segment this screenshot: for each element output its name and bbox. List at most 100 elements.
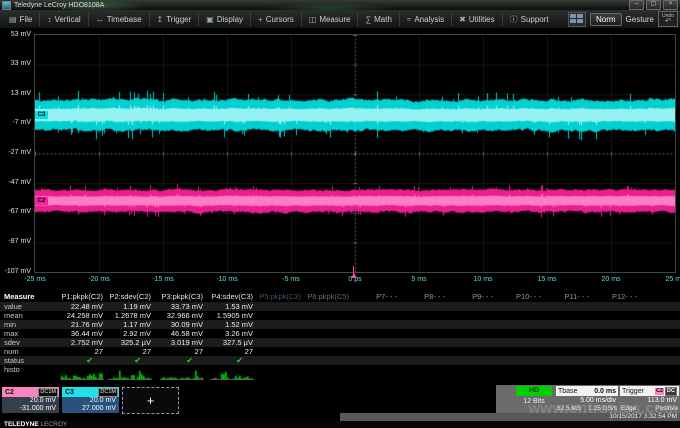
histicon-canvas-P1 [60,367,104,380]
measure-cell-sdev-P9 [449,338,497,347]
close-icon[interactable]: × [663,0,678,10]
menu-bar: ▤File↕Vertical↔Timebase↥Trigger▣Display+… [0,10,680,29]
measure-cell-min-P5 [257,320,305,329]
measure-cell-num-P1: 27 [55,347,107,356]
measure-cell-num-P3: 27 [155,347,207,356]
descriptor-C3[interactable]: C3DC1M20.0 mV27.000 mV [62,387,119,414]
measure-cell-max-P8 [401,329,449,338]
waveform-grid[interactable] [34,34,676,273]
measure-cell-value-P1: 22.48 mV [55,302,107,311]
undo-button[interactable]: Undo ↶ [658,11,678,27]
measure-column-header-12[interactable]: P12- - - [593,291,641,302]
measure-column-header-5[interactable]: P5:pkpk(C3) [257,291,305,302]
oscilloscope-app: { "title_bar": {"title": "Teledyne LeCro… [0,0,680,425]
measure-column-header-10[interactable]: P10- - - [497,291,545,302]
measure-cell-max-P11 [545,329,593,338]
measure-status-P1: ✔ [55,356,107,365]
menu-right-cluster: Norm Gesture Undo ↶ [568,11,680,27]
channel-marker-C3[interactable]: C3 [35,111,48,119]
timebase-offset: 0.0 ms [594,388,616,395]
measure-cell-max-P6 [305,329,353,338]
x-axis-label-7: 10 ms [473,276,492,283]
measure-column-header-3[interactable]: P3:pkpk(C3) [155,291,207,302]
measure-cell-sdev-P12 [593,338,641,347]
measure-column-header-2[interactable]: P2:sdev(C2) [107,291,155,302]
measure-status-P11 [545,356,593,365]
menu-item-label: Support [521,15,549,24]
measure-cell-max-P2: 2.92 mV [107,329,155,338]
measure-cell-mean-P5 [257,311,305,320]
measure-column-header-1[interactable]: P1:pkpk(C2) [55,291,107,302]
x-axis-label-1: -20 ms [88,276,109,283]
file-icon: ▤ [9,15,17,24]
measure-cell-min-P11 [545,320,593,329]
measure-column-header-6[interactable]: P6:pkpk(C5) [305,291,353,302]
menu-item-file[interactable]: ▤File [2,12,39,26]
hd-mode-button[interactable]: HD [516,386,552,396]
descriptor-C2[interactable]: C2DC1M20.0 mV-31.000 mV [2,387,59,414]
measure-column-header-7[interactable]: P7- - - [353,291,401,302]
coupling-badge: DC1M [38,388,58,397]
measure-cell-value-P11 [545,302,593,311]
y-axis-label-6: -67 mV [0,208,31,215]
measure-histicon-P7 [353,365,401,381]
menu-item-trigger[interactable]: ↥Trigger [149,12,199,26]
measure-cell-sdev-P8 [401,338,449,347]
measure-cell-num-P4: 27 [207,347,257,356]
menu-item-analysis[interactable]: ≈Analysis [399,12,451,26]
gesture-button[interactable]: Gesture [626,15,654,24]
measure-status-P12 [593,356,641,365]
trigger-button[interactable]: Trigger C2 DC [620,386,679,396]
descriptor-header-C2: C2DC1M [2,387,59,397]
channel-marker-C2[interactable]: C2 [35,197,48,205]
utilities-icon: ✖ [459,15,466,24]
y-axis-label-4: -27 mV [0,149,31,156]
measure-column-header-11[interactable]: P11- - - [545,291,593,302]
menu-item-timebase[interactable]: ↔Timebase [88,12,149,26]
x-axis-label-6: 5 ms [411,276,426,283]
menu-item-cursors[interactable]: +Cursors [250,12,301,26]
menu-item-support[interactable]: ⓘSupport [502,12,556,26]
measure-histo-filler [641,365,680,381]
add-channel-button[interactable]: + [122,387,179,414]
measure-cell-max-P9 [449,329,497,338]
menu-item-label: Trigger [166,15,191,24]
grid-layout-icon[interactable] [568,12,586,27]
menu-item-label: Analysis [414,15,444,24]
menu-item-label: Utilities [469,15,495,24]
trigger-mode-slope: Edge Positive [620,405,679,412]
measure-column-header-4[interactable]: P4:sdev(C3) [207,291,257,302]
measure-histicon-P10 [497,365,545,381]
trigger-time-marker[interactable] [351,273,357,278]
measure-status-P6 [305,356,353,365]
measure-cell-min-P9 [449,320,497,329]
analysis-icon: ≈ [407,15,411,24]
menu-item-vertical[interactable]: ↕Vertical [39,12,87,26]
timestamp-bar: 10/15/2017 3:32:54 PM [340,413,680,421]
scope-canvas[interactable] [35,35,675,272]
measure-cell-min-P7 [353,320,401,329]
timebase-button[interactable]: Tbase 0.0 ms [556,386,618,396]
norm-button[interactable]: Norm [590,13,622,26]
menu-item-utilities[interactable]: ✖Utilities [451,12,501,26]
menu-item-math[interactable]: ∑Math [357,12,399,26]
measure-cell-num-P11 [545,347,593,356]
measure-column-header-9[interactable]: P9- - - [449,291,497,302]
trigger-level: 113.0 mV [620,397,677,404]
measure-table: MeasureP1:pkpk(C2)P2:sdev(C2)P3:pkpk(C3)… [0,291,680,383]
menu-item-measure[interactable]: ◫Measure [301,12,358,26]
measure-histicon-P3 [155,365,207,381]
maximize-icon[interactable]: ▢ [646,0,661,10]
measure-cell-value-P6 [305,302,353,311]
measure-column-header-8[interactable]: P8- - - [401,291,449,302]
menu-item-display[interactable]: ▣Display [198,12,250,26]
measure-cell-min-P12 [593,320,641,329]
measure-cell-mean-P1: 24.258 mV [55,311,107,320]
measure-cell-min-P3: 30.09 mV [155,320,207,329]
measure-cell-num-P10 [497,347,545,356]
measure-cell-mean-P4: 1.5905 mV [207,311,257,320]
minimize-icon[interactable]: – [629,0,644,10]
measure-histicon-P9 [449,365,497,381]
measure-row-label-num: num [0,347,55,356]
measure-header-filler [641,291,680,302]
